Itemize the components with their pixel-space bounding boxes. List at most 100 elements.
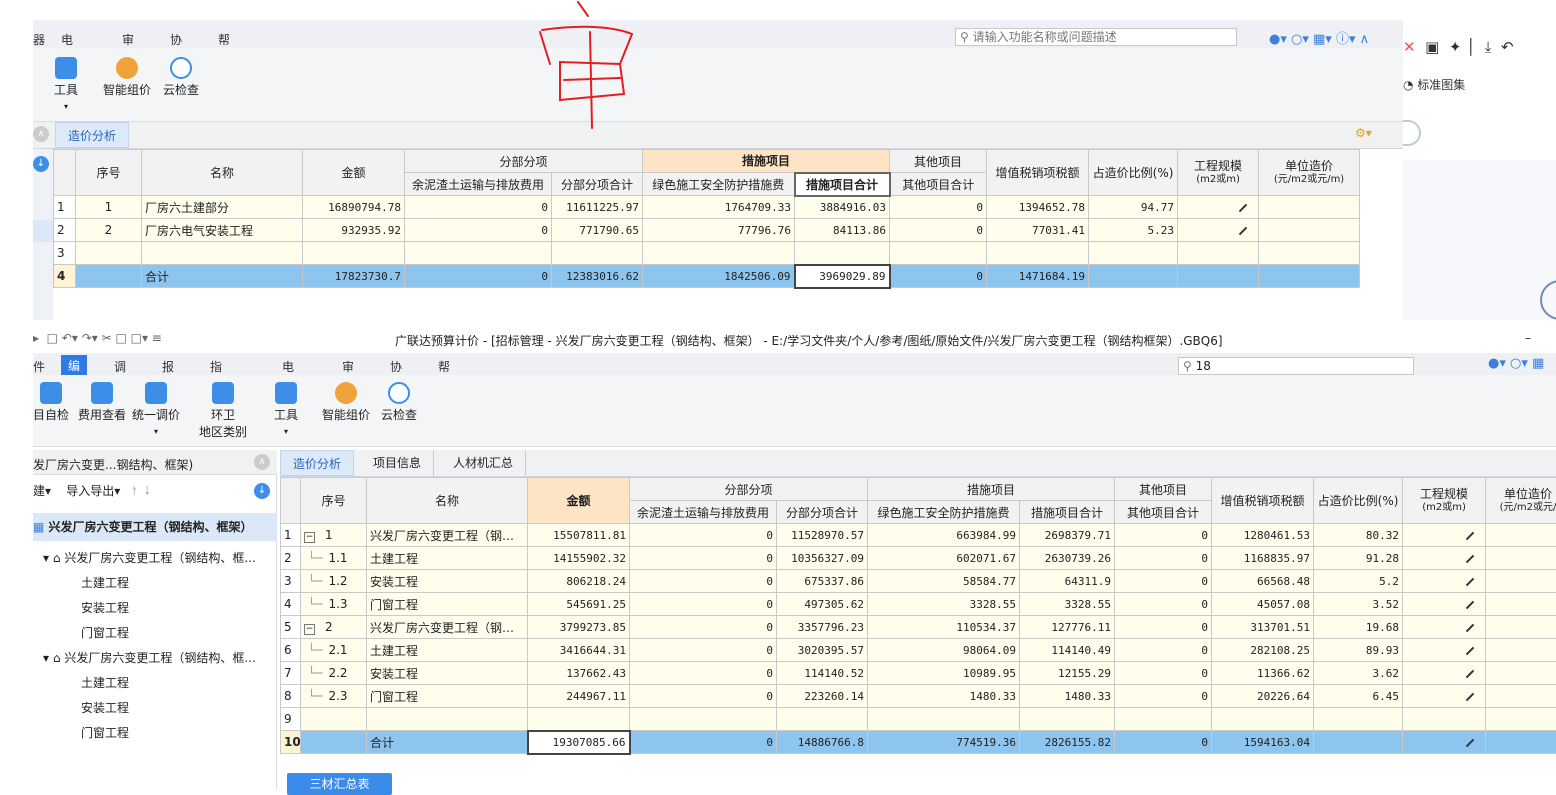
tab-labor-material[interactable]: 人材机汇总 xyxy=(441,450,526,476)
smart-pricing-button[interactable]: 智能组价 xyxy=(101,57,153,98)
edit-icon[interactable] xyxy=(1239,226,1247,234)
import-export-button[interactable]: 导入导出▾ xyxy=(66,484,120,498)
table-row[interactable]: 8└─2.3门窗工程244967.110223260.141480.331480… xyxy=(281,685,1556,708)
tree-leaf[interactable]: 门窗工程 xyxy=(81,624,129,641)
bottom-search-box[interactable]: ⚲ 18 xyxy=(1178,357,1414,375)
col-csxm-sub2[interactable]: 措施项目合计 xyxy=(1020,501,1115,524)
table-row[interactable]: 5−2兴发厂房六变更工程（钢…3799273.8503357796.231105… xyxy=(281,616,1556,639)
up-arrow-icon[interactable]: 🠕 xyxy=(132,484,137,498)
col-qtxm-sub[interactable]: 其他项目合计 xyxy=(890,173,987,196)
tree-leaf[interactable]: 安装工程 xyxy=(81,699,129,716)
table-row[interactable]: 7└─2.2安装工程137662.430114140.5210989.95121… xyxy=(281,662,1556,685)
tree-node[interactable]: ▾ ⌂ 兴发厂房六变更工程（钢结构、框... xyxy=(43,649,256,666)
cloud-check-button[interactable]: 云检查 xyxy=(379,382,419,423)
edit-icon[interactable] xyxy=(1466,554,1474,562)
table-row[interactable]: 2└─1.1土建工程14155902.32010356327.09602071.… xyxy=(281,547,1556,570)
self-check-button[interactable]: 目自检 xyxy=(33,382,69,423)
download-icon[interactable]: ⤓ xyxy=(1485,38,1492,56)
puzzle-icon[interactable]: ✦ xyxy=(1449,38,1462,56)
settings-icon[interactable]: ⚙▾ xyxy=(1355,126,1372,140)
tree-root[interactable]: ▦ 兴发厂房六变更工程（钢结构、框架） xyxy=(33,513,277,541)
col-amount[interactable]: 金额 xyxy=(528,478,630,524)
col-fbfx-sub1[interactable]: 余泥渣土运输与排放费用 xyxy=(630,501,777,524)
extension-icon[interactable]: ✕ xyxy=(1403,38,1416,56)
col-group-qtxm[interactable]: 其他项目 xyxy=(1115,478,1212,501)
menu-item[interactable]: 器 xyxy=(33,31,45,48)
expand-icon[interactable]: ▾ xyxy=(43,551,49,565)
tool-button[interactable]: 工具▾ xyxy=(51,57,81,112)
col-scale[interactable]: 工程规模(m2或m) xyxy=(1178,150,1259,196)
col-name[interactable]: 名称 xyxy=(367,478,528,524)
book-icon[interactable]: ▣ xyxy=(1425,38,1439,56)
edit-icon[interactable] xyxy=(1466,646,1474,654)
down-arrow-icon[interactable]: 🠗 xyxy=(145,484,150,498)
col-qtxm-sub[interactable]: 其他项目合计 xyxy=(1115,501,1212,524)
smart-pricing-button[interactable]: 智能组价 xyxy=(320,382,372,423)
edit-icon[interactable] xyxy=(1466,738,1474,746)
table-row[interactable]: 3└─1.2安装工程806218.240675337.8658584.77643… xyxy=(281,570,1556,593)
collapse-icon[interactable]: ∧ xyxy=(254,454,270,470)
col-seq[interactable]: 序号 xyxy=(76,150,142,196)
tree-leaf[interactable]: 门窗工程 xyxy=(81,724,129,741)
col-group-csxm[interactable]: 措施项目 xyxy=(643,150,890,173)
col-name[interactable]: 名称 xyxy=(142,150,303,196)
total-row[interactable]: 10合计19307085.66014886766.8774519.3628261… xyxy=(281,731,1556,754)
download-icon[interactable]: ↓ xyxy=(33,156,49,172)
table-row[interactable]: 3 xyxy=(54,242,1360,265)
fee-view-button[interactable]: 费用查看 xyxy=(75,382,129,423)
col-scale[interactable]: 工程规模(m2或m) xyxy=(1403,478,1486,524)
tree-node[interactable]: ▾ ⌂ 兴发厂房六变更工程（钢结构、框... xyxy=(43,549,256,566)
col-unit-price[interactable]: 单位造价(元/m2或元/m) xyxy=(1259,150,1360,196)
top-search-box[interactable]: ⚲ 请输入功能名称或问题描述 xyxy=(955,28,1237,46)
bottom-help-icons[interactable]: ●▾ ○▾ ▦ xyxy=(1488,356,1544,371)
tree-leaf[interactable]: 安装工程 xyxy=(81,599,129,616)
material-summary-button[interactable]: 三材汇总表 xyxy=(287,773,392,795)
collapse-box-icon[interactable]: − xyxy=(304,624,315,635)
standard-atlas-link[interactable]: ◔ 标准图集 xyxy=(1403,76,1465,93)
edit-icon[interactable] xyxy=(1466,692,1474,700)
col-tax[interactable]: 增值税销项税额 xyxy=(987,150,1089,196)
collapse-box-icon[interactable]: − xyxy=(304,532,315,543)
tab-project-info[interactable]: 项目信息 xyxy=(361,450,434,476)
undo-icon[interactable]: ↶ xyxy=(1501,38,1514,56)
col-csxm-sub2[interactable]: 措施项目合计 xyxy=(795,173,890,196)
collapse-icon[interactable]: ∧ xyxy=(33,126,49,142)
col-csxm-sub1[interactable]: 绿色施工安全防护措施费 xyxy=(868,501,1020,524)
col-ratio[interactable]: 占造价比例(%) xyxy=(1089,150,1178,196)
edit-icon[interactable] xyxy=(1466,577,1474,585)
table-row[interactable]: 22厂房六电气安装工程932935.920771790.6577796.7684… xyxy=(54,219,1360,242)
table-row[interactable]: 1−1兴发厂房六变更工程（钢…15507811.81011528970.5766… xyxy=(281,524,1556,547)
col-fbfx-sub2[interactable]: 分部分项合计 xyxy=(777,501,868,524)
expand-icon[interactable]: ▾ xyxy=(43,651,49,665)
col-group-qtxm[interactable]: 其他项目 xyxy=(890,150,987,173)
unified-adjust-button[interactable]: 统一调价▾ xyxy=(131,382,181,437)
table-row[interactable]: 9 xyxy=(281,708,1556,731)
col-seq[interactable]: 序号 xyxy=(301,478,367,524)
quick-access-icons[interactable]: ▸ □ ↶▾ ↷▾ ✂ □ □▾ ≡ xyxy=(33,331,162,345)
tab-cost-analysis[interactable]: 造价分析 xyxy=(280,450,354,476)
col-csxm-sub1[interactable]: 绿色施工安全防护措施费 xyxy=(643,173,795,196)
cloud-check-button[interactable]: 云检查 xyxy=(161,57,201,98)
col-amount[interactable]: 金额 xyxy=(303,150,405,196)
tree-leaf[interactable]: 土建工程 xyxy=(81,574,129,591)
total-row[interactable]: 4合计17823730.7012383016.621842506.0939690… xyxy=(54,265,1360,288)
edit-icon[interactable] xyxy=(1466,623,1474,631)
tool-button[interactable]: 工具▾ xyxy=(271,382,301,437)
edit-icon[interactable] xyxy=(1466,531,1474,539)
col-tax[interactable]: 增值税销项税额 xyxy=(1212,478,1314,524)
col-unit-price[interactable]: 单位造价(元/m2或元/ xyxy=(1486,478,1556,524)
minimize-button[interactable]: – xyxy=(1525,331,1531,345)
top-help-icons[interactable]: ●▾ ○▾ ▦▾ ⓘ▾ ∧ xyxy=(1269,28,1369,47)
edit-icon[interactable] xyxy=(1466,669,1474,677)
col-fbfx-sub1[interactable]: 余泥渣土运输与排放费用 xyxy=(405,173,552,196)
tree-leaf[interactable]: 土建工程 xyxy=(81,674,129,691)
col-fbfx-sub2[interactable]: 分部分项合计 xyxy=(552,173,643,196)
download-icon[interactable]: ↓ xyxy=(254,483,270,499)
col-group-csxm[interactable]: 措施项目 xyxy=(868,478,1115,501)
tab-cost-analysis[interactable]: 造价分析 xyxy=(55,122,129,148)
col-ratio[interactable]: 占造价比例(%) xyxy=(1314,478,1403,524)
table-row[interactable]: 4└─1.3门窗工程545691.250497305.623328.553328… xyxy=(281,593,1556,616)
edit-icon[interactable] xyxy=(1466,600,1474,608)
col-group-fbfx[interactable]: 分部分项 xyxy=(630,478,868,501)
table-row[interactable]: 6└─2.1土建工程3416644.3103020395.5798064.091… xyxy=(281,639,1556,662)
